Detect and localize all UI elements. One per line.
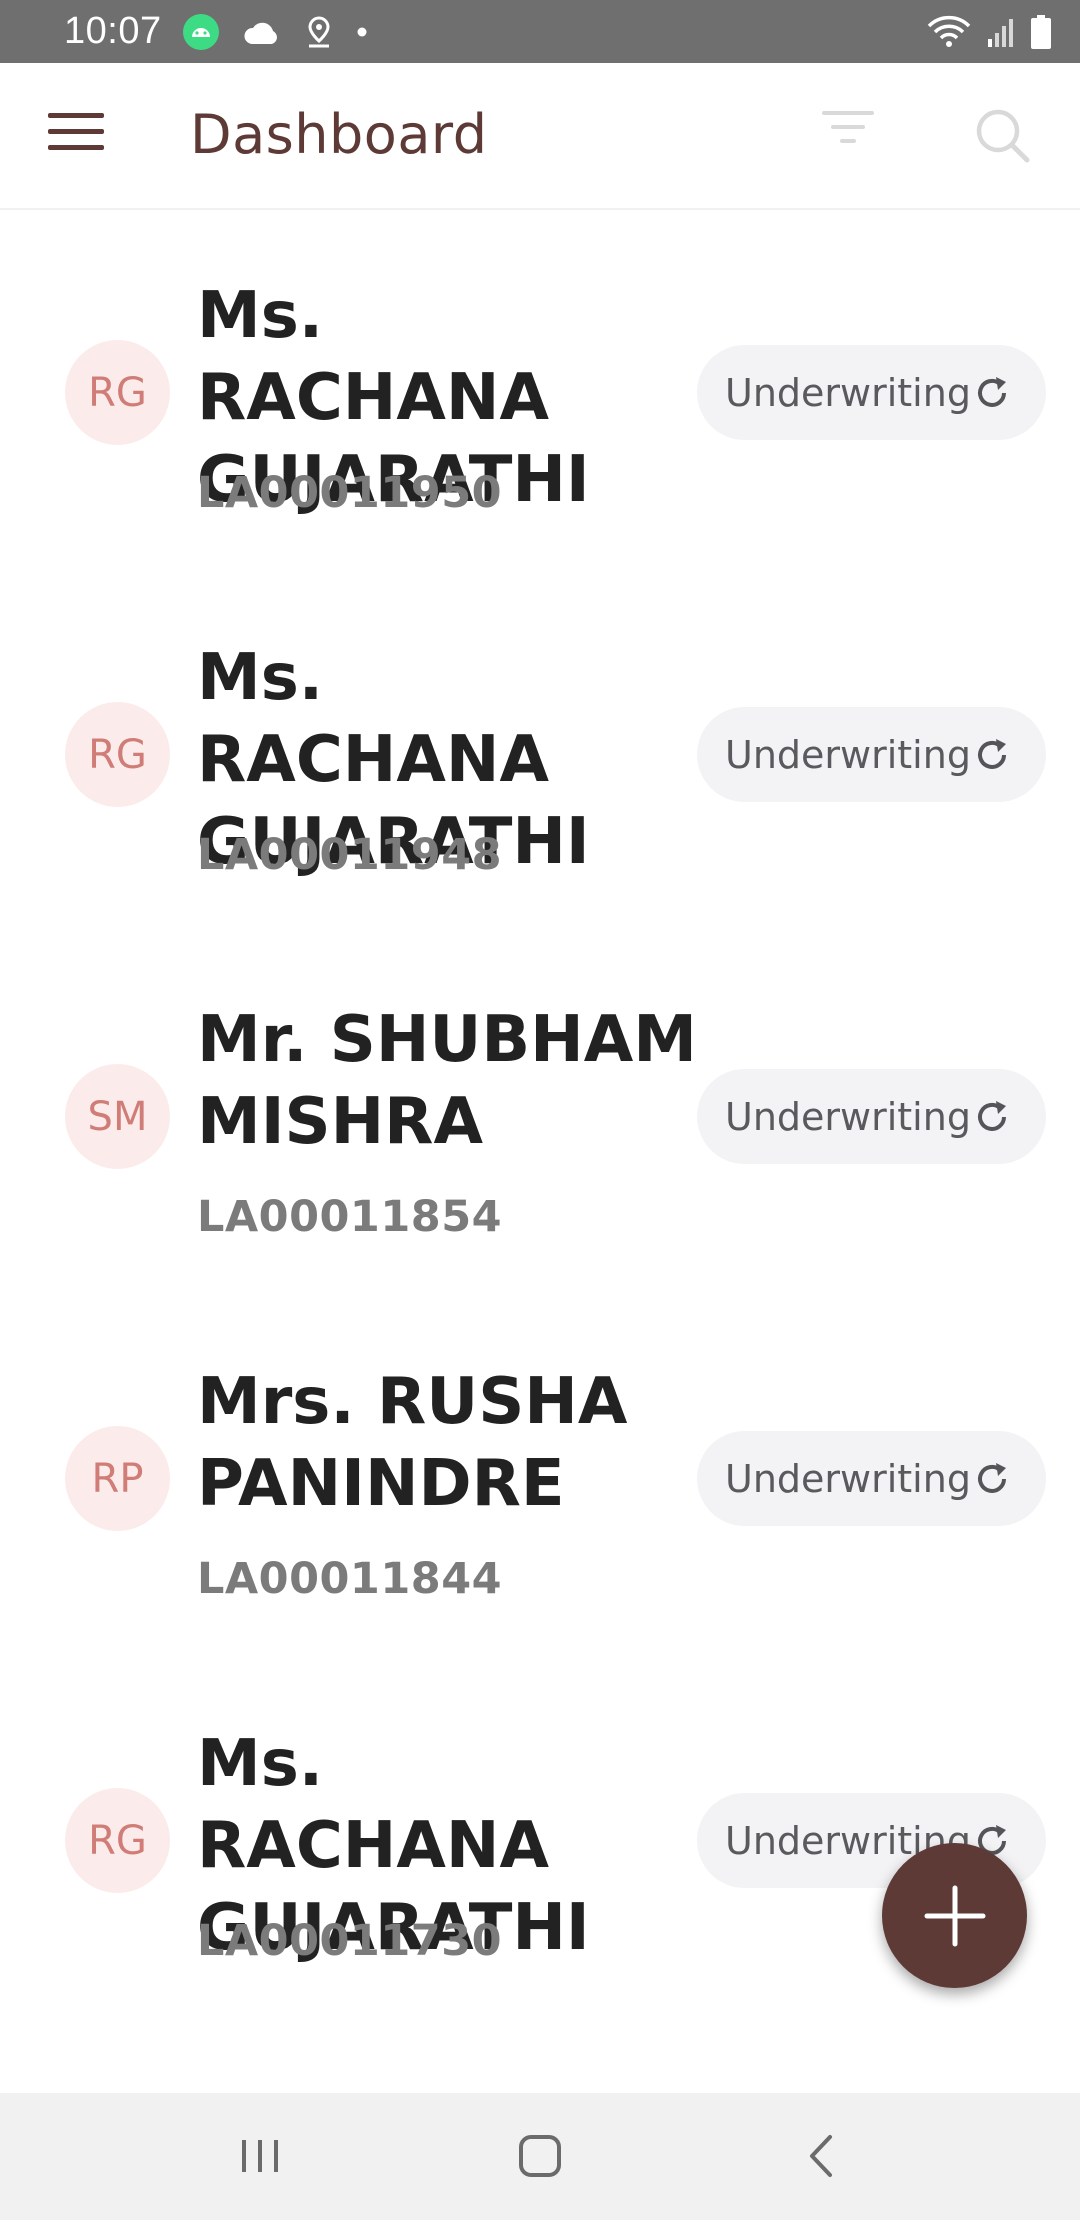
refresh-icon[interactable] [972,1459,1012,1499]
avatar: RG [65,1788,170,1893]
app-bar: Dashboard [0,63,1080,210]
page-title: Dashboard [190,103,488,166]
status-time: 10:07 [64,10,162,52]
location-icon [304,15,334,49]
application-list: RG Ms. RACHANA GUJARATHI LA00011950 Unde… [0,210,1080,2030]
name-line: PANINDRE [197,1447,565,1521]
home-icon [519,2135,561,2177]
policy-number: LA00011948 [197,830,503,880]
add-button[interactable] [882,1843,1027,1988]
refresh-icon[interactable] [972,1097,1012,1137]
menu-icon-bar [48,145,104,150]
status-chip[interactable]: Underwriting [697,707,1046,802]
status-label: Underwriting [725,732,971,777]
avatar: RP [65,1426,170,1531]
status-chip[interactable]: Underwriting [697,345,1046,440]
policy-number: LA00011730 [197,1916,503,1966]
status-icons-left [182,13,368,51]
back-button[interactable] [792,2131,852,2181]
status-bar: 10:07 [0,0,1080,63]
recents-icon [242,2140,278,2172]
cloud-icon [242,18,282,46]
avatar: RG [65,702,170,807]
back-icon [810,2135,832,2177]
status-label: Underwriting [725,1456,971,1501]
filter-icon [822,111,874,143]
wifi-icon [926,14,972,50]
applicant-name: Mr. SHUBHAM MISHRA [197,999,697,1163]
name-line: Mr. SHUBHAM [197,1003,697,1077]
name-line: Mrs. RUSHA [197,1365,628,1439]
recents-button[interactable] [230,2131,290,2181]
name-line: Ms. RACHANA [197,279,549,435]
search-icon [976,109,1030,163]
refresh-icon[interactable] [972,735,1012,775]
battery-icon [1030,14,1052,50]
name-line: MISHRA [197,1085,483,1159]
avatar: RG [65,340,170,445]
applicant-name: Mrs. RUSHA PANINDRE [197,1361,697,1525]
menu-icon-bar [48,113,104,118]
avatar: SM [65,1064,170,1169]
android-icon [182,13,220,51]
status-label: Underwriting [725,370,971,415]
policy-number: LA00011844 [197,1554,503,1604]
search-button[interactable] [972,105,1034,167]
system-nav-bar [0,2093,1080,2220]
filter-button[interactable] [818,101,878,161]
name-line: Ms. RACHANA [197,641,549,797]
list-item[interactable]: RG Ms. RACHANA GUJARATHI LA00011948 Unde… [0,574,1080,938]
status-label: Underwriting [725,1094,971,1139]
policy-number: LA00011854 [197,1192,503,1242]
status-chip[interactable]: Underwriting [697,1069,1046,1164]
home-button[interactable] [510,2131,570,2181]
menu-icon-bar [48,129,104,134]
status-chip[interactable]: Underwriting [697,1431,1046,1526]
policy-number: LA00011950 [197,468,503,518]
refresh-icon[interactable] [972,373,1012,413]
signal-icon [986,15,1016,49]
dot-icon [356,26,368,38]
list-item[interactable]: RG Ms. RACHANA GUJARATHI LA00011950 Unde… [0,210,1080,574]
menu-button[interactable] [48,113,104,157]
list-item[interactable]: RP Mrs. RUSHA PANINDRE LA00011844 Underw… [0,1302,1080,1666]
plus-icon [924,1885,985,1946]
name-line: Ms. RACHANA [197,1727,549,1883]
list-item[interactable]: SM Mr. SHUBHAM MISHRA LA00011854 Underwr… [0,938,1080,1302]
status-icons-right [926,14,1052,50]
